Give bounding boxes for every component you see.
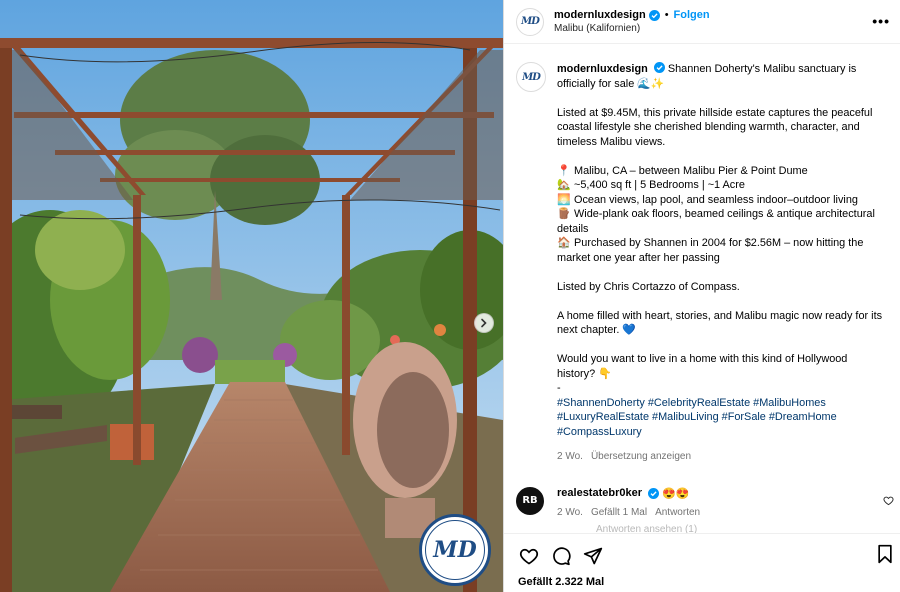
caption-paragraph: Listed at $9.45M, this private hillside … [557,106,873,148]
caption-listed-by: Listed by Chris Cortazzo of Compass. [557,280,740,293]
bullet-text: Malibu, CA – between Malibu Pier & Point… [574,164,808,177]
bullet-item: 🪵 Wide-plank oak floors, beamed ceilings … [557,207,888,236]
comment-likes[interactable]: Gefällt 1 Mal [591,507,647,518]
garden-pergola-scene [0,0,503,592]
comment-item: RB realestatebr0ker 😍😍 2 Wo. Gefällt 1 M… [504,486,900,518]
likes-count[interactable]: Gefällt 2.322 Mal [504,568,900,588]
next-image-button[interactable] [474,313,494,333]
post-header: MD modernluxdesign • Folgen Malibu (Kali… [504,0,900,44]
bullet-text: Purchased by Shannen in 2004 for $2.56M … [557,237,864,264]
header-separator: • [664,9,669,21]
bullet-text: Wide-plank oak floors, beamed ceilings &… [557,208,875,235]
bullet-item: 🏠 Purchased by Shannen in 2004 for $2.56M… [557,236,888,265]
caption-body: modernluxdesign Shannen Doherty's Malibu… [557,62,888,465]
house-icon: 🏠 [557,237,571,249]
caption-closing: A home filled with heart, stories, and M… [557,309,883,337]
caption-dash: - [557,382,561,394]
comment-like-heart-icon[interactable] [883,495,894,509]
post-side-panel: MD modernluxdesign • Folgen Malibu (Kali… [503,0,900,592]
author-avatar[interactable]: MD [516,7,544,36]
post-location[interactable]: Malibu (Kalifornien) [554,23,710,34]
watermark-text: MD [433,537,477,563]
pin-icon: 📍 [557,164,571,177]
caption-avatar-text: MD [522,71,541,83]
reply-button[interactable]: Antworten [655,507,700,518]
comment-body: realestatebr0ker 😍😍 2 Wo. Gefällt 1 Mal … [557,487,700,518]
hashtags[interactable]: #ShannenDoherty #CelebrityRealEstate #Ma… [557,396,888,440]
author-username[interactable]: modernluxdesign [554,9,646,21]
commenter-username[interactable]: realestatebr0ker [557,487,642,499]
verified-badge-icon [653,62,665,73]
action-bar: Gefällt 2.322 Mal [504,533,900,592]
comment-timestamp[interactable]: 2 Wo. [557,507,583,518]
comment-footer: 2 Wo. Gefällt 1 Mal Antworten [557,507,700,518]
house-garden-icon: 🏡 [557,179,571,191]
bullet-item: 🏡 ~5,400 sq ft | 5 Bedrooms | ~1 Acre [557,178,888,193]
caption-avatar[interactable]: MD [516,62,546,92]
comment-icon[interactable] [550,545,572,567]
bookmark-icon[interactable] [876,544,894,567]
bullet-text: Ocean views, lap pool, and seamless indo… [574,193,858,206]
comment-text: 😍😍 [662,487,690,500]
caption: MD modernluxdesign Shannen Doherty's Mal… [504,54,900,465]
heart-icon[interactable] [518,545,540,567]
verified-badge-icon [648,9,660,21]
author-meta: modernluxdesign • Folgen Malibu (Kalifor… [554,9,710,34]
commenter-avatar-text: RB [522,495,538,506]
post-viewer: MD MD modernluxdesign • Folgen Malibu (K… [0,0,900,592]
more-options-icon[interactable]: ••• [872,13,890,29]
bullet-text: ~5,400 sq ft | 5 Bedrooms | ~1 Acre [574,179,745,191]
caption-question: Would you want to live in a home with th… [557,353,848,380]
wood-icon: 🪵 [557,208,571,220]
bullet-item: 🌅 Ocean views, lap pool, and seamless ind… [557,193,888,208]
share-icon[interactable] [582,545,604,567]
caption-footer: 2 Wo. Übersetzung anzeigen [557,450,888,465]
chevron-right-icon [481,318,487,328]
comments-section[interactable]: MD modernluxdesign Shannen Doherty's Mal… [504,54,900,534]
post-image[interactable]: MD [0,0,503,592]
bullet-item: 📍 Malibu, CA – between Malibu Pier & Poin… [557,164,888,179]
verified-badge-icon [648,487,660,499]
watermark-logo: MD [425,520,485,580]
author-avatar-text: MD [521,16,540,27]
caption-username[interactable]: modernluxdesign [557,63,648,75]
translate-button[interactable]: Übersetzung anzeigen [591,450,691,465]
commenter-avatar[interactable]: RB [516,486,544,515]
brand-watermark: MD [419,514,491,586]
follow-button[interactable]: Folgen [674,9,710,21]
caption-timestamp[interactable]: 2 Wo. [557,450,583,465]
sunrise-icon: 🌅 [557,193,571,206]
